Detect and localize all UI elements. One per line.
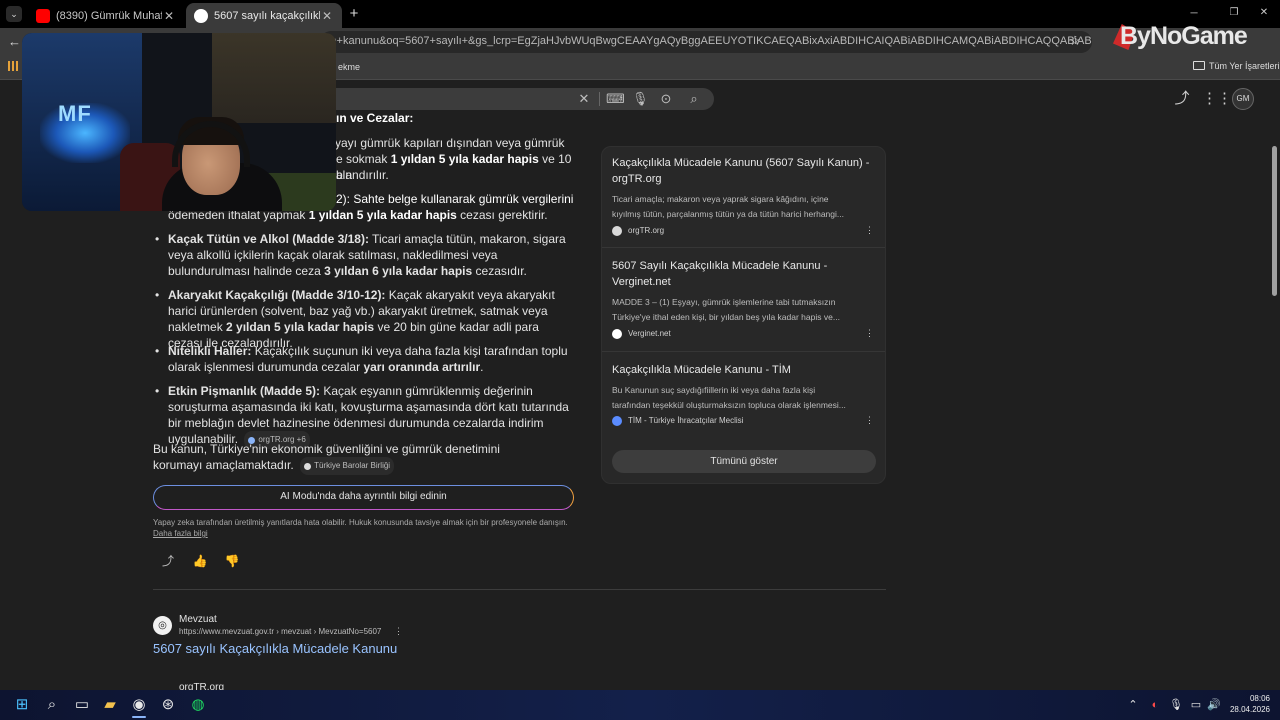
- source-title[interactable]: 5607 Sayılı Kaçakçılıkla Mücadele Kanunu…: [612, 258, 874, 290]
- source-footer: Verginet.net ⋮: [612, 328, 874, 339]
- orgtr-favicon-icon: [612, 225, 622, 236]
- close-tab-icon[interactable]: ✕: [320, 9, 334, 23]
- bookmark-star-icon[interactable]: ☆: [1069, 33, 1083, 49]
- share-icon[interactable]: ⤴: [1173, 90, 1191, 108]
- verginet-favicon-icon: [612, 328, 622, 339]
- webcam-wall-logo: MF: [58, 101, 92, 126]
- search-icon[interactable]: ⌕: [686, 91, 702, 107]
- close-window-icon[interactable]: ✕: [1258, 7, 1270, 19]
- microphone-icon[interactable]: 🎙: [1169, 698, 1183, 712]
- result-url[interactable]: https://www.mevzuat.gov.tr › mevzuat › M…: [179, 627, 381, 636]
- source-snippet: Ticari amaçla; makaron veya yaprak sigar…: [612, 194, 844, 219]
- ai-bullet-item: Kaçak Tütün ve Alkol (Madde 3/18): Ticar…: [153, 231, 573, 279]
- webcam-shelf: [212, 33, 336, 123]
- more-options-icon[interactable]: ⋮: [865, 415, 874, 426]
- tab-google-search[interactable]: 5607 sayılı kaçakçılıkla mücadel ✕: [186, 3, 342, 28]
- more-options-icon[interactable]: ⋮: [394, 626, 403, 637]
- tray-app-icon[interactable]: ◐: [1148, 698, 1162, 712]
- tray-overflow-icon[interactable]: ⌃: [1126, 698, 1140, 712]
- source-site: TİM - Türkiye İhracatçılar Meclisi: [628, 416, 744, 425]
- show-all-button[interactable]: Tümünü göster: [612, 450, 876, 473]
- restore-icon[interactable]: ❐: [1228, 7, 1240, 19]
- microphone-icon[interactable]: 🎙: [632, 91, 649, 107]
- source-title[interactable]: Kaçakçılıkla Mücadele Kanunu (5607 Sayıl…: [612, 155, 874, 187]
- address-bar[interactable]: le+kanunu&oq=5607+sayılı+&gs_lcrp=EgZjaH…: [320, 31, 1092, 53]
- source-card[interactable]: Kaçakçılıkla Mücadele Kanunu - TİM Bu Ka…: [612, 362, 874, 413]
- source-chip-icon: [304, 462, 312, 470]
- share-icon[interactable]: ⤴: [160, 553, 176, 569]
- steam-icon[interactable]: ⊛: [158, 695, 178, 715]
- source-footer: orgTR.org ⋮: [612, 225, 874, 236]
- back-arrow-icon[interactable]: ←: [8, 34, 22, 49]
- apps-icon[interactable]: [8, 61, 18, 71]
- search-input[interactable]: [320, 88, 714, 110]
- clock-time: 08:06: [1249, 694, 1270, 703]
- active-app-indicator: [132, 716, 146, 718]
- ai-heading-fragment: ın ve Cezalar:: [336, 111, 414, 125]
- source-site: orgTR.org: [628, 226, 665, 235]
- search-divider: [599, 92, 600, 106]
- page-scrollbar[interactable]: [1272, 146, 1277, 296]
- tab-youtube[interactable]: (8390) Gümrük Muhafaza Türkiy ✕: [28, 3, 184, 28]
- ai-bullet-item: Etkin Pişmanlık (Madde 5): Kaçak eşyanın…: [153, 383, 573, 449]
- thumbs-down-icon[interactable]: 👎: [224, 553, 240, 569]
- network-icon[interactable]: ▭: [1189, 698, 1203, 712]
- bookmark-item[interactable]: ekme: [338, 62, 360, 72]
- source-footer: TİM - Türkiye İhracatçılar Meclisi ⋮: [612, 415, 874, 426]
- source-site: Verginet.net: [628, 329, 671, 338]
- minimize-icon[interactable]: ─: [1188, 8, 1200, 20]
- folder-icon: [1193, 61, 1205, 70]
- brand-watermark: ByNoGame: [1120, 22, 1248, 50]
- ai-disclaimer: Yapay zeka tarafından üretilmiş yanıtlar…: [153, 517, 583, 539]
- google-icon: [194, 8, 208, 23]
- close-tab-icon[interactable]: ✕: [162, 9, 176, 23]
- learn-more-link[interactable]: Daha fazla bilgi: [153, 528, 583, 539]
- more-options-icon[interactable]: ⋮: [865, 328, 874, 339]
- task-view-icon[interactable]: ▭: [72, 695, 92, 715]
- all-bookmarks-link[interactable]: Tüm Yer İşaretleri: [1209, 61, 1280, 71]
- clock-date: 28.04.2026: [1229, 705, 1270, 714]
- file-explorer-icon[interactable]: ▰: [100, 695, 120, 715]
- source-chip[interactable]: Türkiye Barolar Birliği: [300, 457, 395, 475]
- tab-title: (8390) Gümrük Muhafaza Türkiy: [56, 9, 162, 22]
- source-title[interactable]: Kaçakçılıkla Mücadele Kanunu - TİM: [612, 362, 874, 378]
- windows-start-icon[interactable]: ⊞: [12, 695, 32, 715]
- ai-bullet-item: Nitelikli Haller: Kaçakçılık suçunun iki…: [153, 343, 573, 375]
- apps-grid-icon[interactable]: ⋮⋮: [1202, 90, 1232, 108]
- result-site-name[interactable]: Mevzuat: [179, 614, 217, 625]
- disclaimer-text: Yapay zeka tarafından üretilmiş yanıtlar…: [153, 518, 568, 527]
- webcam-overlay: MF: [22, 33, 336, 211]
- card-divider: [602, 351, 885, 352]
- ai-mode-button[interactable]: AI Modu'nda daha ayrıntılı bilgi edinin: [153, 485, 574, 510]
- tim-favicon-icon: [612, 415, 622, 426]
- tab-title: 5607 sayılı kaçakçılıkla mücadel: [214, 9, 320, 22]
- spotify-icon[interactable]: ◍: [188, 695, 208, 715]
- source-snippet: MADDE 3 – (1) Eşyayı, gümrük işlemlerine…: [612, 297, 840, 322]
- new-tab-button[interactable]: +: [346, 5, 362, 23]
- chrome-icon[interactable]: ◉: [129, 695, 149, 715]
- source-card[interactable]: 5607 Sayılı Kaçakçılıkla Mücadele Kanunu…: [612, 258, 874, 325]
- source-card[interactable]: Kaçakçılıkla Mücadele Kanunu (5607 Sayıl…: [612, 155, 874, 222]
- source-snippet: Bu Kanunun suç saydığıfiillerin iki veya…: [612, 385, 846, 410]
- site-favicon: ◎: [153, 616, 172, 635]
- more-options-icon[interactable]: ⋮: [865, 225, 874, 236]
- ai-summary: Bu kanun, Türkiye'nin ekonomik güvenliği…: [153, 441, 533, 475]
- ai-bullet-fragment: 2): Sahte belge kullanarak gümrük vergil…: [336, 192, 574, 206]
- youtube-icon: [36, 8, 50, 23]
- ai-paragraph-line: alandırılır.: [336, 168, 389, 182]
- system-clock[interactable]: 08:06 28.04.2026: [1226, 693, 1270, 715]
- ai-bullet-item: Akaryakıt Kaçakçılığı (Madde 3/10-12): K…: [153, 287, 573, 351]
- thumbs-up-icon[interactable]: 👍: [192, 553, 208, 569]
- lens-icon[interactable]: ⊙: [658, 91, 674, 107]
- section-divider: [153, 589, 886, 590]
- keyboard-icon[interactable]: ⌨: [606, 91, 625, 107]
- search-icon[interactable]: ⌕: [42, 695, 62, 715]
- card-divider: [602, 247, 885, 248]
- tab-search-chevron-icon[interactable]: ⌄: [6, 6, 22, 22]
- ai-paragraph-line: şyayı gümrük kapıları dışından veya gümr…: [329, 136, 565, 150]
- volume-icon[interactable]: 🔊: [1207, 698, 1221, 712]
- result-title-link[interactable]: 5607 sayılı Kaçakçılıkla Mücadele Kanunu: [153, 641, 397, 656]
- avatar[interactable]: GM: [1232, 88, 1254, 110]
- clear-search-icon[interactable]: ✕: [576, 91, 592, 107]
